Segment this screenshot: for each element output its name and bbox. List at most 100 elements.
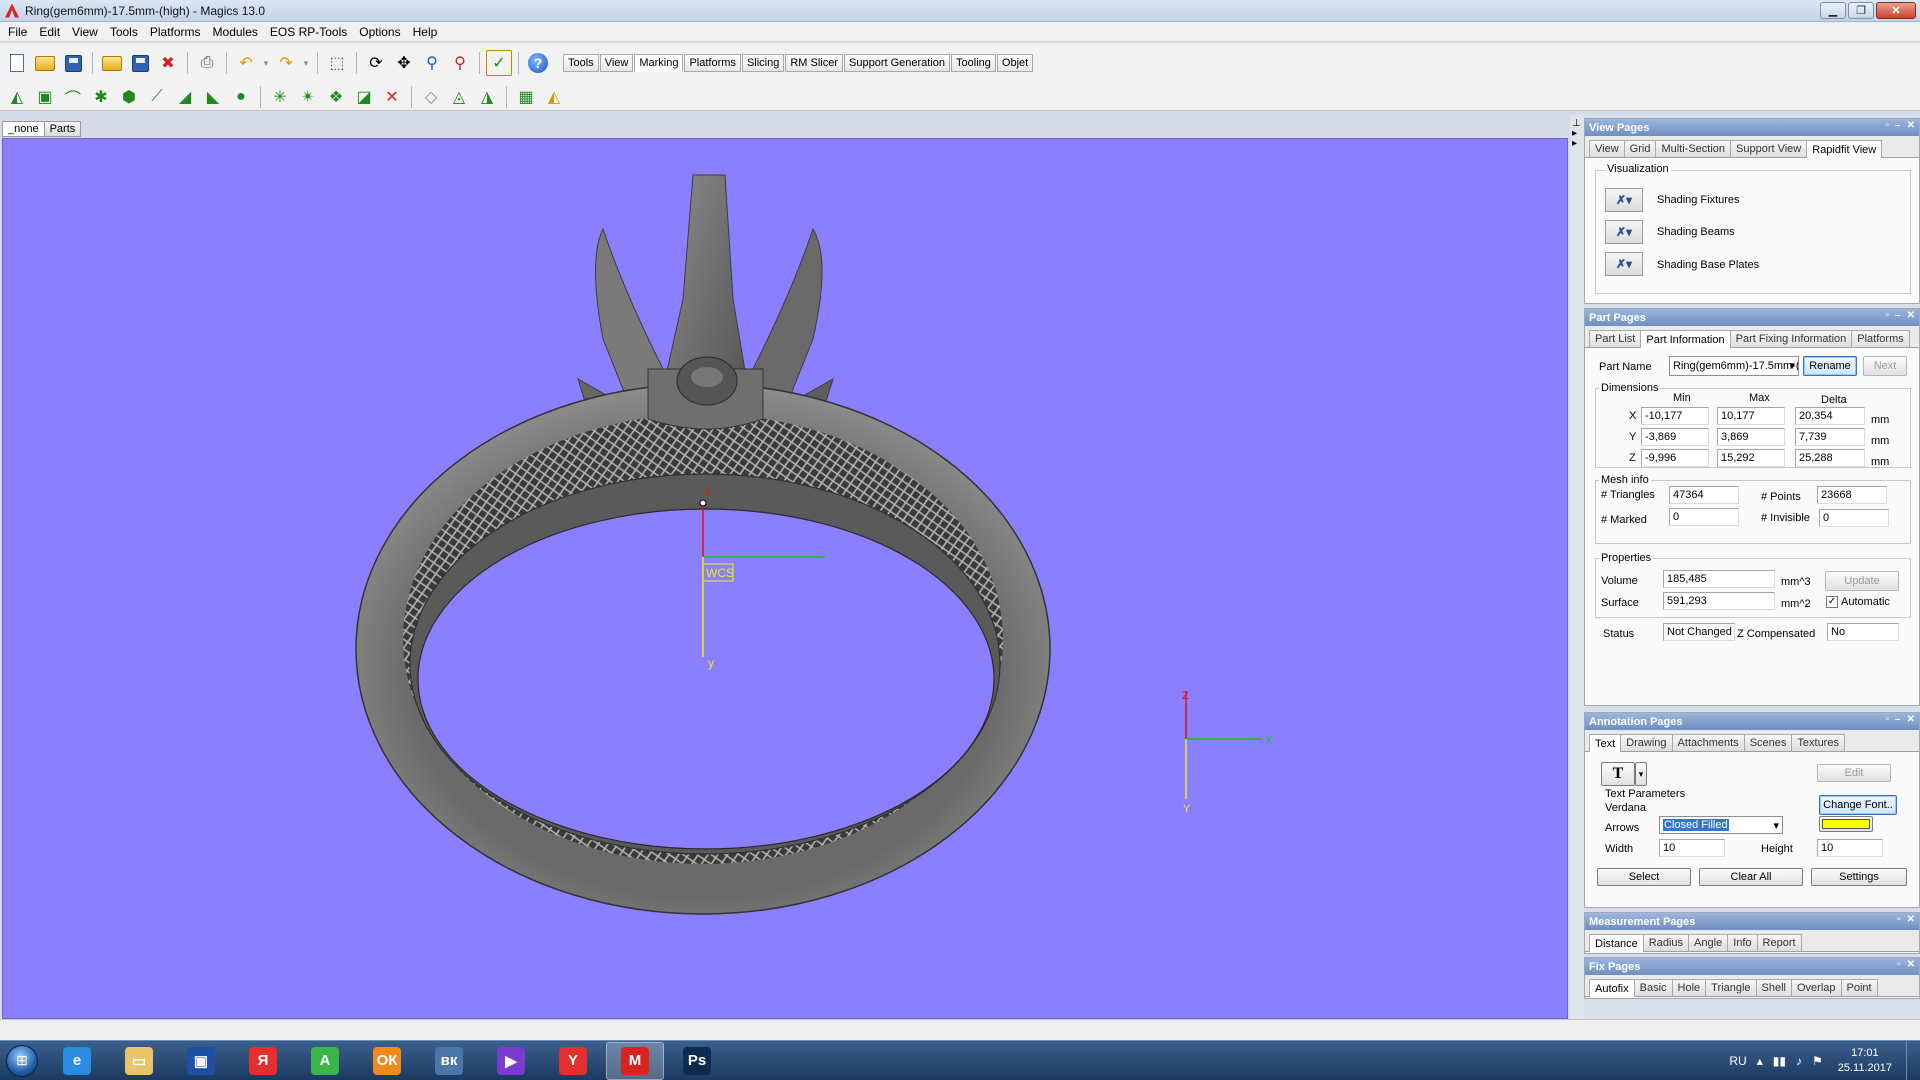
volume-icon[interactable]: ♪: [1796, 1054, 1802, 1068]
mark-flat-icon[interactable]: ◬: [446, 84, 472, 110]
mark-sphere-icon[interactable]: ●: [228, 84, 254, 110]
taskbar-yandex-button[interactable]: Y: [544, 1042, 602, 1080]
tab-part-information[interactable]: Part Information: [1640, 330, 1731, 348]
volume-value[interactable]: 185,485: [1663, 570, 1775, 588]
edit-button[interactable]: Edit: [1817, 764, 1891, 782]
tab-rm-slicer[interactable]: RM Slicer: [785, 54, 844, 72]
rename-button[interactable]: Rename: [1803, 356, 1857, 376]
tab-basic[interactable]: Basic: [1633, 979, 1673, 996]
zoom-icon[interactable]: ⚲: [419, 50, 445, 76]
text-tool-button[interactable]: T: [1601, 762, 1635, 786]
extend-marking-icon[interactable]: ◇: [418, 84, 444, 110]
tab-overlap[interactable]: Overlap: [1790, 979, 1842, 996]
menu-platforms[interactable]: Platforms: [144, 25, 207, 39]
invisible-value[interactable]: 0: [1819, 509, 1889, 527]
dim-x-max[interactable]: 10,177: [1717, 407, 1785, 425]
save-icon[interactable]: [60, 50, 86, 76]
mark-all-icon[interactable]: ◪: [351, 84, 377, 110]
view-tab-parts[interactable]: Parts: [43, 121, 82, 137]
dim-z-max[interactable]: 15,292: [1717, 449, 1785, 467]
tab-platforms[interactable]: Platforms: [684, 54, 741, 72]
tab-support-generation[interactable]: Support Generation: [844, 54, 951, 72]
restore-icon[interactable]: ▫: [1897, 959, 1901, 970]
tab-radius[interactable]: Radius: [1642, 934, 1690, 951]
part-name-select[interactable]: Ring(gem6mm)-17.5mm-(high): [1669, 356, 1799, 376]
tab-autofix[interactable]: Autofix: [1589, 979, 1635, 997]
tab-rapidfit-view[interactable]: Rapidfit View: [1806, 140, 1883, 158]
open-folder-icon[interactable]: [32, 50, 58, 76]
clear-all-button[interactable]: Clear All: [1699, 868, 1803, 886]
close-icon[interactable]: ✕: [1907, 714, 1915, 725]
dim-x-min[interactable]: -10,177: [1641, 407, 1709, 425]
menu-tools[interactable]: Tools: [104, 25, 144, 39]
mark-plane-icon[interactable]: ◢: [172, 84, 198, 110]
tab-slicing[interactable]: Slicing: [741, 54, 785, 72]
menu-modules[interactable]: Modules: [207, 25, 264, 39]
clock[interactable]: 17:01 25.11.2017: [1838, 1046, 1892, 1076]
close-icon[interactable]: ✕: [1907, 310, 1915, 321]
tab-info[interactable]: Info: [1727, 934, 1758, 951]
shading-fixtures-toggle[interactable]: ✗▾: [1605, 188, 1643, 212]
print-icon[interactable]: ⎙: [194, 50, 220, 76]
menu-file[interactable]: File: [2, 25, 33, 39]
change-font-button[interactable]: Change Font..: [1819, 795, 1897, 815]
taskbar-internet-explorer-button[interactable]: e: [48, 1042, 106, 1080]
mark-curve-icon[interactable]: ⌒: [60, 84, 86, 110]
dim-y-max[interactable]: 3,869: [1717, 428, 1785, 446]
tab-grid[interactable]: Grid: [1623, 140, 1657, 157]
tab-multi-section[interactable]: Multi-Section: [1655, 140, 1732, 157]
pin-icon[interactable]: ⊥ ▸ ▸: [1572, 119, 1581, 149]
triangles-value[interactable]: 47364: [1669, 486, 1739, 504]
close-icon[interactable]: ✕: [1907, 914, 1915, 925]
panel-splitter[interactable]: ⊥ ▸ ▸: [1570, 115, 1584, 1019]
start-button[interactable]: ⊞: [0, 1041, 44, 1080]
close-icon[interactable]: ✕: [1907, 120, 1915, 131]
help-icon[interactable]: ?: [525, 50, 551, 76]
undo-icon[interactable]: ↶: [233, 50, 259, 76]
mark-shell-icon[interactable]: ✱: [88, 84, 114, 110]
pan-view-icon[interactable]: ✥: [391, 50, 417, 76]
tab-part-fixing-information[interactable]: Part Fixing Information: [1729, 330, 1853, 347]
menu-edit[interactable]: Edit: [33, 25, 66, 39]
settings-button[interactable]: Settings: [1811, 868, 1907, 886]
network-icon[interactable]: ▮▮: [1773, 1054, 1786, 1068]
mark-contour-icon[interactable]: ⟋: [144, 84, 170, 110]
pin-icon[interactable]: ▫: [1886, 714, 1890, 725]
new-file-icon[interactable]: [4, 50, 30, 76]
menu-eos-rp-tools[interactable]: EOS RP-Tools: [264, 25, 353, 39]
mark-triangle-icon[interactable]: ◭: [4, 84, 30, 110]
rotate-view-icon[interactable]: ⟳: [363, 50, 389, 76]
tab-point[interactable]: Point: [1840, 979, 1878, 996]
tab-report[interactable]: Report: [1756, 934, 1802, 951]
dim-z-delta[interactable]: 25,288: [1795, 449, 1865, 467]
close-button[interactable]: ✕: [1876, 2, 1916, 19]
tab-drawing[interactable]: Drawing: [1620, 734, 1673, 751]
text-tool-dropdown-icon[interactable]: ▾: [1635, 762, 1647, 786]
pin-icon[interactable]: ▫: [1886, 310, 1890, 321]
shading-beams-toggle[interactable]: ✗▾: [1605, 220, 1643, 244]
taskbar-a-app-button[interactable]: A: [296, 1042, 354, 1080]
show-desktop-button[interactable]: [1906, 1041, 1920, 1080]
close-icon[interactable]: ✕: [1907, 959, 1915, 970]
tab-marking[interactable]: Marking: [634, 54, 684, 72]
dim-z-min[interactable]: -9,996: [1641, 449, 1709, 467]
tray-expand-icon[interactable]: ▴: [1757, 1054, 1763, 1068]
save-part-icon[interactable]: [127, 50, 153, 76]
zoom-area-icon[interactable]: ⚲: [447, 50, 473, 76]
minimize-icon[interactable]: –: [1895, 310, 1901, 321]
tab-scenes[interactable]: Scenes: [1743, 734, 1793, 751]
width-input[interactable]: 10: [1659, 839, 1725, 857]
taskbar-odnoklassniki-button[interactable]: ОК: [358, 1042, 416, 1080]
tab-text[interactable]: Text: [1589, 734, 1622, 752]
minimize-button[interactable]: ▁: [1820, 2, 1846, 19]
ring-model-render[interactable]: z y WCS Z X Y: [3, 139, 1567, 1018]
dim-y-delta[interactable]: 7,739: [1795, 428, 1865, 446]
marked-value[interactable]: 0: [1669, 508, 1739, 526]
update-button[interactable]: Update: [1825, 571, 1899, 591]
tab-tools[interactable]: Tools: [563, 54, 599, 72]
tab-shell[interactable]: Shell: [1755, 979, 1792, 996]
flag-icon[interactable]: ⚑: [1812, 1054, 1823, 1068]
select-part-icon[interactable]: ⬚: [324, 50, 350, 76]
select-button[interactable]: Select: [1597, 868, 1691, 886]
arrows-select[interactable]: Closed Filled: [1659, 816, 1783, 834]
